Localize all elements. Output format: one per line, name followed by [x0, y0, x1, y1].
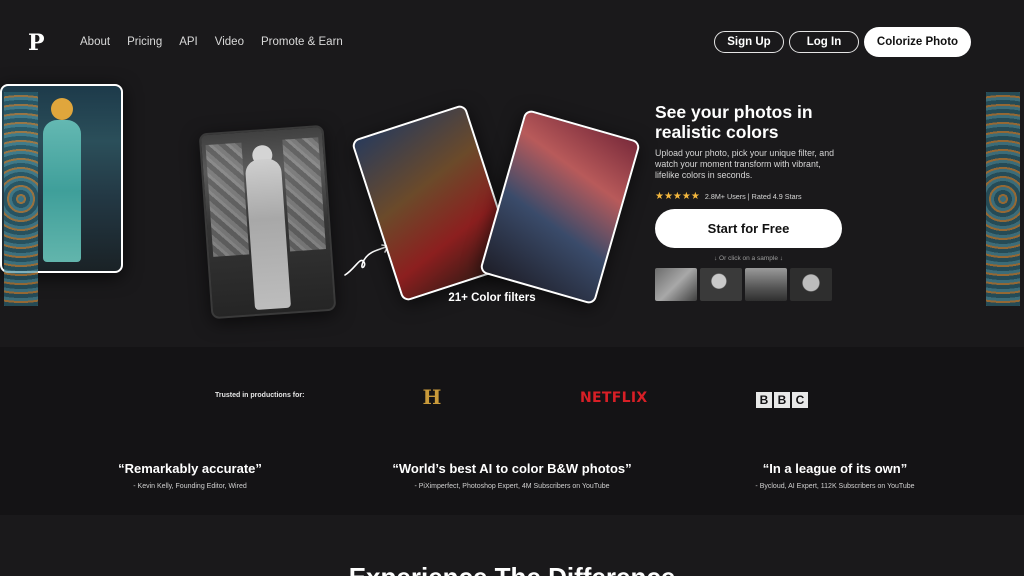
sample-thumbnail[interactable] — [790, 268, 832, 301]
netflix-logo: NETFLIX — [580, 390, 648, 406]
sample-thumbnail[interactable] — [745, 268, 787, 301]
testimonial: “World’s best AI to color B&W photos” - … — [362, 461, 662, 490]
color-figure — [43, 120, 81, 262]
rating: ★★★★★ 2.8M+ Users | Rated 4.9 Stars — [655, 191, 855, 202]
colorize-photo-button[interactable]: Colorize Photo — [864, 27, 971, 57]
rating-text: 2.8M+ Users | Rated 4.9 Stars — [704, 192, 802, 201]
testimonial: “In a league of its own” - Bycloud, AI E… — [730, 461, 940, 490]
nav-links: About Pricing API Video Promote & Earn — [80, 36, 360, 48]
testimonial-author: - Kevin Kelly, Founding Editor, Wired — [133, 483, 247, 490]
hero-title: See your photos in realistic colors — [655, 102, 813, 142]
site-logo[interactable]: P — [28, 30, 45, 56]
testimonial-author: - Bycloud, AI Expert, 112K Subscribers o… — [755, 483, 915, 490]
filters-label: 21+ Color filters — [448, 292, 536, 304]
nav-link-video[interactable]: Video — [215, 36, 244, 48]
nav-link-promote[interactable]: Promote & Earn — [261, 36, 343, 48]
sample-thumbnail[interactable] — [700, 268, 742, 301]
bw-figure — [244, 157, 292, 311]
star-icons: ★★★★★ — [655, 191, 700, 202]
sample-thumbnail[interactable] — [655, 268, 697, 301]
testimonial: “Remarkably accurate” - Kevin Kelly, Fou… — [100, 461, 280, 490]
start-free-button[interactable]: Start for Free — [655, 209, 842, 248]
testimonial-author: - PiXimperfect, Photoshop Expert, 4M Sub… — [414, 483, 610, 490]
login-button[interactable]: Log In — [789, 31, 859, 53]
nav-link-about[interactable]: About — [80, 36, 110, 48]
hero-section: 21+ Color filters See your photos in rea… — [0, 84, 1024, 346]
top-nav: P About Pricing API Video Promote & Earn… — [0, 0, 1024, 84]
signup-button[interactable]: Sign Up — [714, 31, 784, 53]
trusted-band: Trusted in productions for: H NETFLIX B … — [0, 347, 1024, 515]
bbc-letter: C — [792, 392, 808, 408]
nav-link-api[interactable]: API — [179, 36, 198, 48]
nav-link-pricing[interactable]: Pricing — [127, 36, 162, 48]
section-title: Experience The Difference — [0, 562, 1024, 576]
bbc-letter: B — [756, 392, 772, 408]
bw-screen-panel-right — [282, 137, 327, 252]
bw-photo-card — [198, 124, 337, 320]
bbc-letter: B — [774, 392, 790, 408]
testimonial-quote: “World’s best AI to color B&W photos” — [392, 461, 632, 476]
history-logo: H — [422, 385, 442, 409]
color-figure-head — [51, 98, 73, 120]
color-filter-card-center[interactable] — [0, 84, 1020, 306]
testimonial-quote: “Remarkably accurate” — [118, 461, 262, 476]
testimonial-quote: “In a league of its own” — [762, 461, 908, 476]
trusted-label: Trusted in productions for: — [215, 392, 305, 399]
color-screen-panel-left — [4, 92, 38, 306]
hero-description: Upload your photo, pick your unique filt… — [655, 148, 834, 180]
bw-screen-panel-left — [205, 142, 250, 257]
color-filter-card-right[interactable] — [478, 108, 642, 306]
hero-text: See your photos in realistic colors Uplo… — [655, 102, 855, 202]
sample-hint: ↓ Or click on a sample ↓ — [714, 255, 783, 262]
sample-thumbnails — [655, 268, 832, 301]
bbc-logo: B B C — [756, 392, 808, 408]
